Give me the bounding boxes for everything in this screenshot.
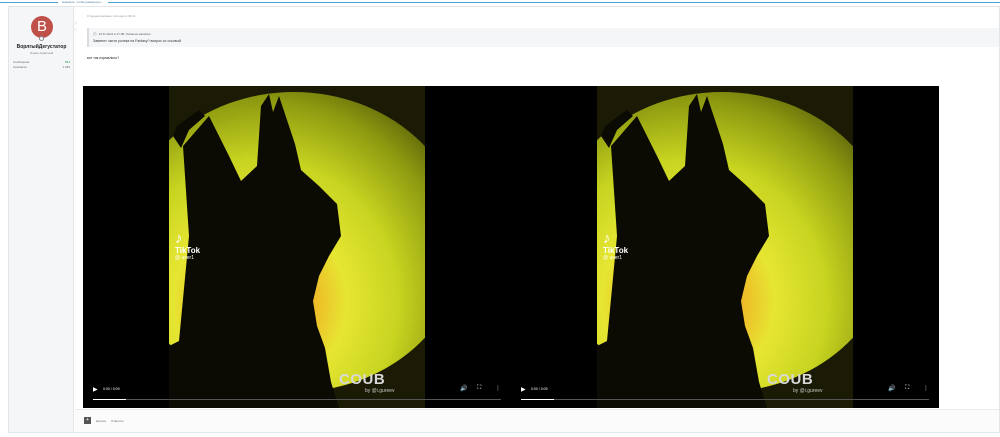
more-options-icon[interactable]: ⋮: [923, 385, 929, 392]
post-text: вот так нормально?: [87, 56, 120, 60]
media-row: ♪ TikTok @ user1 COUB by @i.gureev ▶ 0:0…: [83, 86, 949, 408]
stat-label: Симпатии: [13, 65, 27, 69]
tiktok-icon: ♪: [603, 230, 611, 247]
post-meta: Отредактировано: Сегодня в 09:11: [87, 14, 136, 18]
top-divider-line: [0, 2, 1000, 3]
fullscreen-icon[interactable]: ⛶: [477, 385, 481, 392]
author-stats: Сообщения 854 Симпатии 1 266: [13, 60, 70, 70]
tiktok-watermark: ♪ TikTok @ user1: [175, 231, 200, 261]
author-sidebar: B ВорлгыйДегустатор Очень приятный Сообщ…: [9, 7, 74, 432]
video-player-2[interactable]: ♪ TikTok @ user1 COUB by @i.gureev ▶ 0:0…: [511, 86, 939, 408]
video-time: 0:00 / 0:09: [103, 387, 120, 391]
tiktok-brand: TikTok: [175, 246, 201, 255]
tiktok-handle: @ user1: [603, 255, 622, 261]
quote-icon: ◷: [93, 31, 97, 36]
tiktok-watermark: ♪ TikTok @ user1: [603, 231, 628, 261]
online-status-icon: [39, 36, 44, 41]
video-progress-fill: [521, 399, 554, 400]
quote-author[interactable]: 13.11.2021 в 17:08, Vulcanus написал:: [99, 32, 152, 36]
quote-action-icon[interactable]: +: [84, 417, 91, 424]
stat-row-likes: Симпатии 1 266: [13, 65, 70, 70]
post-content: Отредактировано: Сегодня в 09:11 ◷ 13.11…: [75, 7, 999, 432]
reply-action[interactable]: Ответить: [111, 419, 124, 423]
dancer-silhouette: [597, 94, 769, 408]
avatar[interactable]: B: [31, 16, 53, 38]
volume-icon[interactable]: 🔊: [460, 385, 467, 392]
quote-block: ◷ 13.11.2021 в 17:08, Vulcanus написал: …: [87, 28, 999, 47]
stat-value: 1 266: [62, 65, 70, 69]
play-icon[interactable]: ▶: [93, 386, 98, 393]
video-progress[interactable]: [521, 399, 929, 400]
video-controls: ▶ 0:00 / 0:09 🔊 ⛶ ⋮: [83, 385, 511, 408]
quote-header[interactable]: ◷ 13.11.2021 в 17:08, Vulcanus написал:: [93, 31, 151, 36]
dancer-silhouette: [169, 94, 341, 408]
forum-post: B ВорлгыйДегустатор Очень приятный Сообщ…: [8, 6, 1000, 433]
tiktok-handle: @ user1: [175, 255, 194, 261]
quote-action[interactable]: Цитата: [96, 419, 106, 423]
video-progress[interactable]: [93, 399, 501, 400]
fullscreen-icon[interactable]: ⛶: [905, 385, 909, 392]
volume-icon[interactable]: 🔊: [888, 385, 895, 392]
expand-link[interactable]: Нажмите, чтобы развернуть...: [58, 0, 108, 4]
video-frame[interactable]: ♪ TikTok @ user1 COUB by @i.gureev: [169, 86, 425, 408]
more-options-icon[interactable]: ⋮: [495, 385, 501, 392]
video-progress-fill: [93, 399, 126, 400]
tiktok-brand: TikTok: [603, 246, 629, 255]
video-player-1[interactable]: ♪ TikTok @ user1 COUB by @i.gureev ▶ 0:0…: [83, 86, 511, 408]
play-icon[interactable]: ▶: [521, 386, 526, 393]
author-title: Очень приятный: [29, 51, 54, 55]
post-footer: + Цитата Ответить: [75, 409, 999, 432]
video-controls: ▶ 0:00 / 0:09 🔊 ⛶ ⋮: [511, 385, 939, 408]
quote-text: Заменит части ролика на Fantasy? вопрос …: [93, 39, 182, 43]
author-name[interactable]: ВорлгыйДегустатор: [9, 44, 74, 50]
video-frame[interactable]: ♪ TikTok @ user1 COUB by @i.gureev: [597, 86, 853, 408]
tiktok-icon: ♪: [175, 230, 183, 247]
video-time: 0:00 / 0:09: [531, 387, 548, 391]
